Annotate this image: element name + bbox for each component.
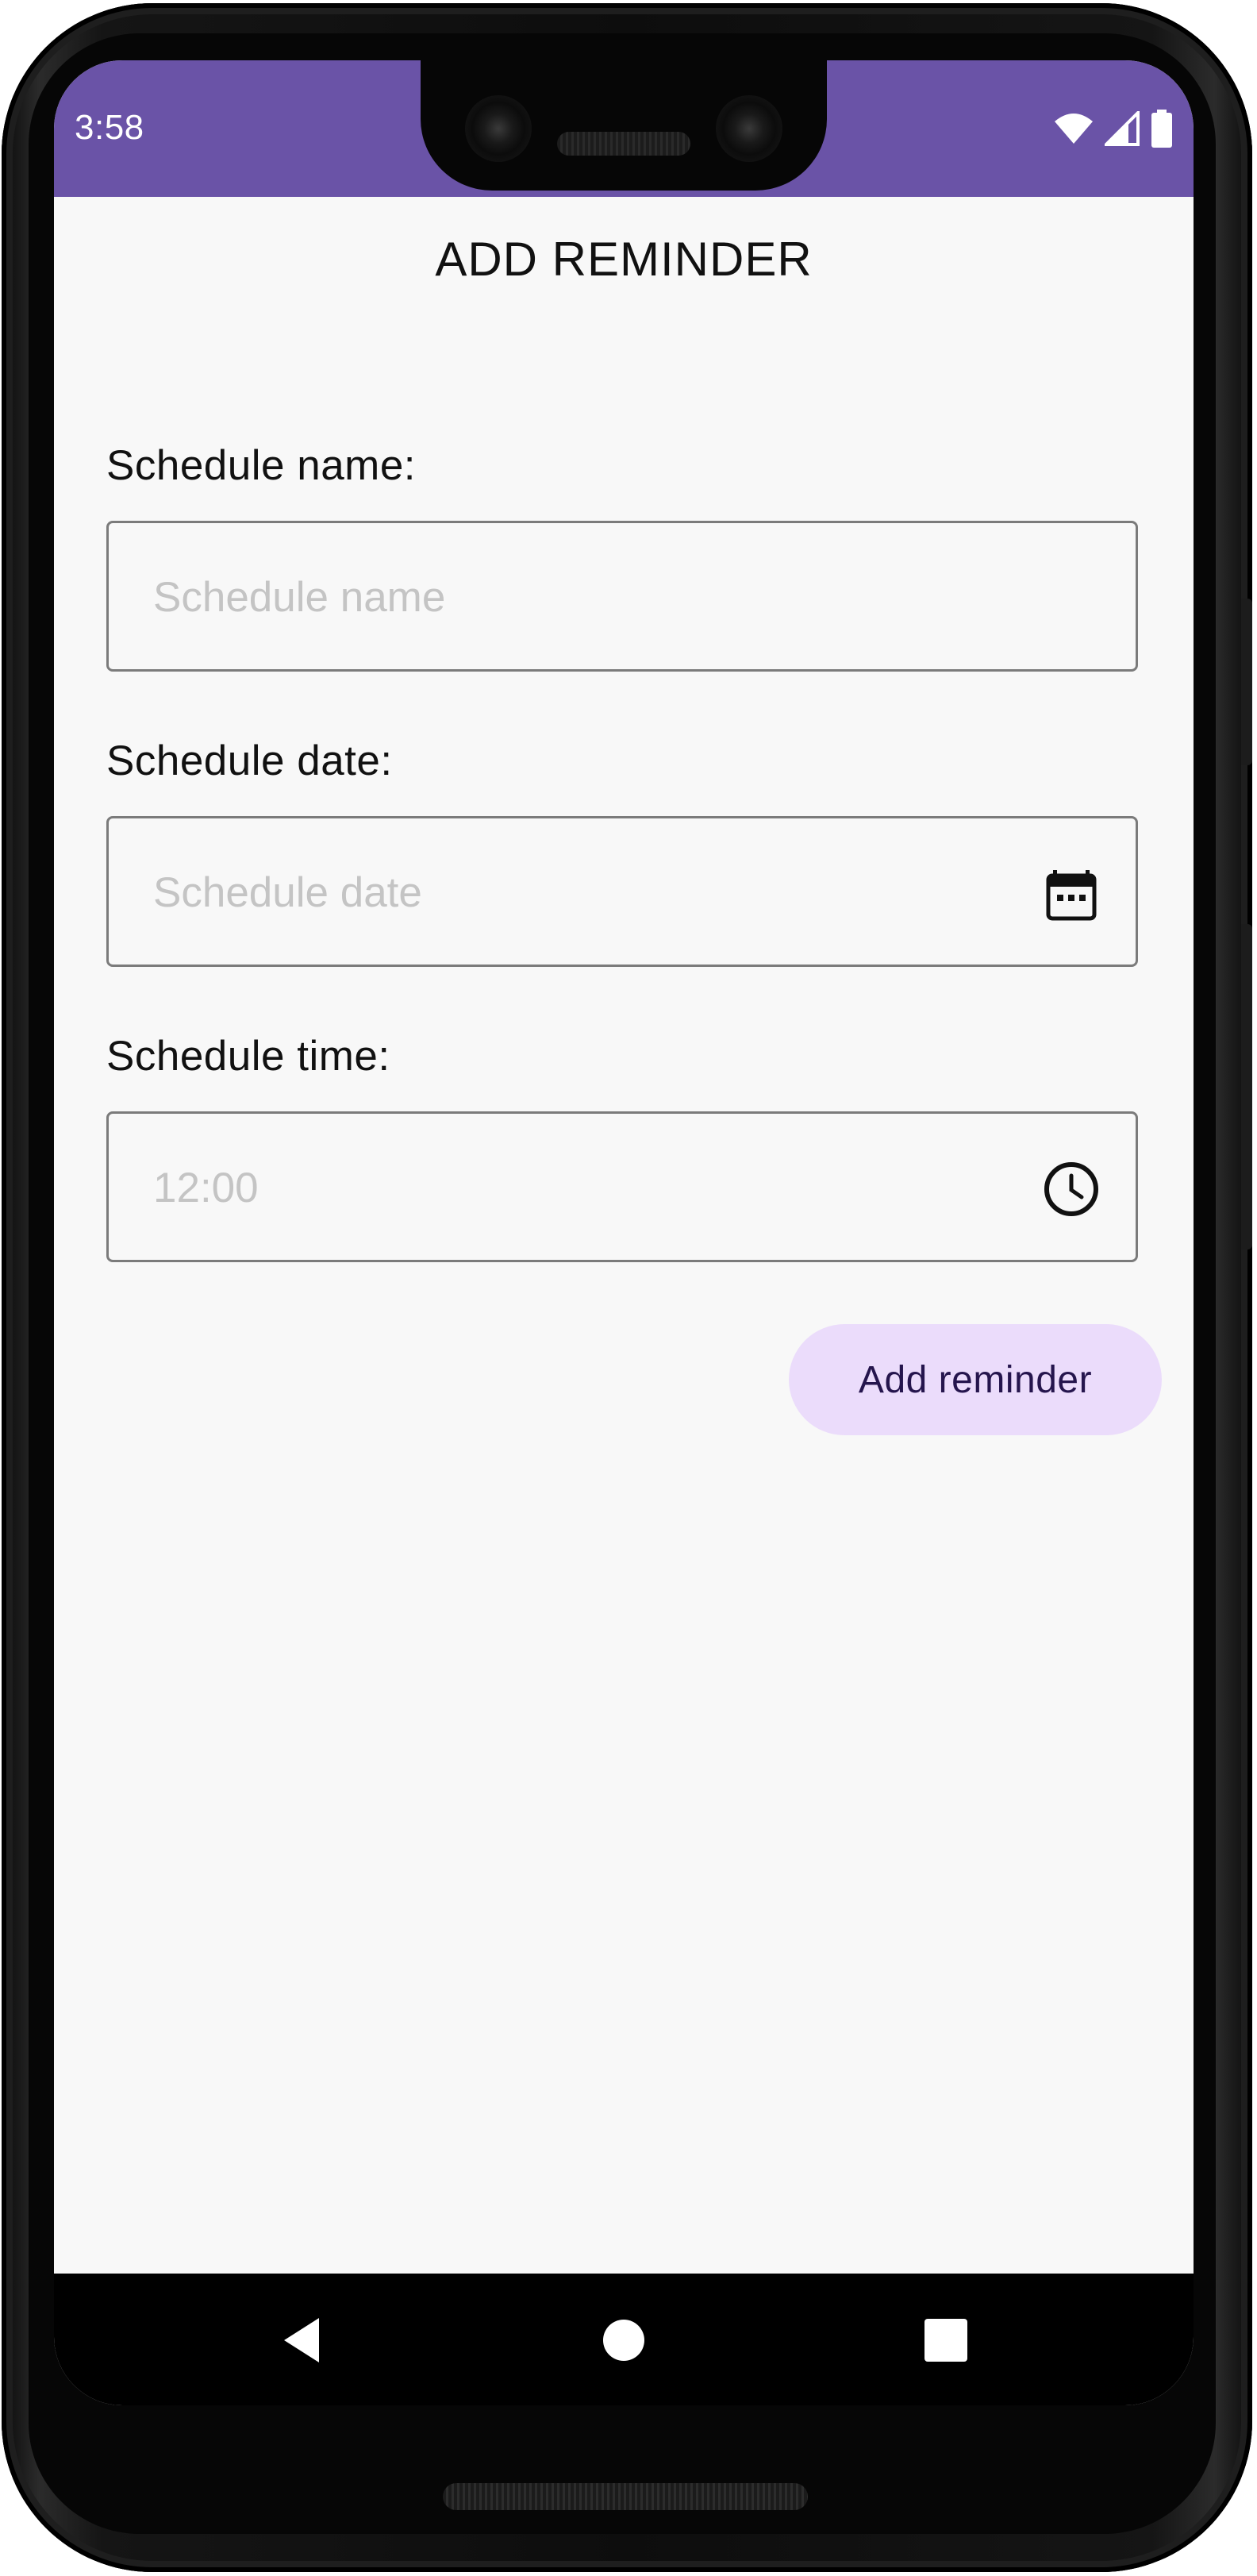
schedule-name-label: Schedule name: [106,442,417,489]
clock-icon[interactable] [1042,1160,1101,1219]
home-icon[interactable] [589,2305,659,2375]
status-icons [1054,110,1173,148]
status-time: 3:58 [75,108,144,147]
recents-icon[interactable] [911,2305,981,2375]
screen: 3:58 ADD REMINDER Schedule name: Schedul… [54,60,1194,2405]
calendar-icon[interactable] [1042,864,1101,923]
schedule-name-input[interactable] [152,523,988,671]
schedule-time-field[interactable] [106,1111,1138,1262]
schedule-date-input[interactable] [152,818,988,966]
front-camera-right [716,95,782,162]
schedule-time-input[interactable] [152,1114,988,1261]
schedule-name-field[interactable] [106,521,1138,672]
phone-frame: 3:58 ADD REMINDER Schedule name: Schedul… [2,3,1252,2572]
front-camera-left [465,95,532,162]
wifi-icon [1055,114,1093,144]
bottom-speaker [443,2483,808,2510]
schedule-time-label: Schedule time: [106,1033,390,1080]
navigation-bar [54,2274,1194,2405]
add-reminder-button[interactable]: Add reminder [789,1324,1162,1435]
power-button [1241,924,1252,1249]
page-title: ADD REMINDER [435,233,813,286]
camera-notch [421,59,827,191]
battery-icon [1151,110,1172,148]
earpiece-speaker [557,132,690,156]
volume-button [1241,599,1252,765]
schedule-date-label: Schedule date: [106,737,393,784]
back-icon[interactable] [268,2305,338,2375]
schedule-date-field[interactable] [106,816,1138,967]
signal-icon [1105,111,1140,146]
